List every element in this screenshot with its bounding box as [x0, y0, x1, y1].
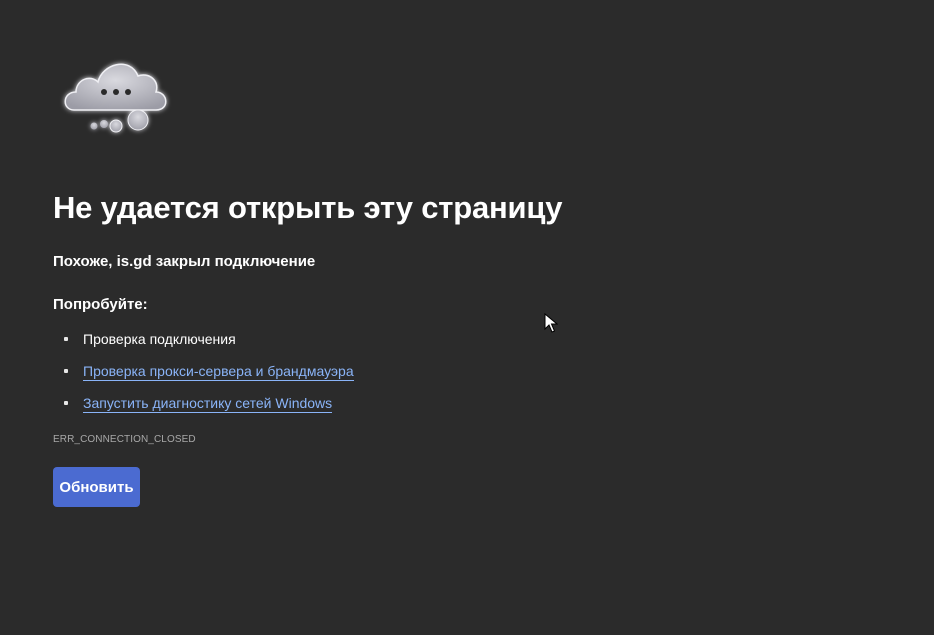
mouse-cursor-icon — [544, 313, 558, 333]
error-code: ERR_CONNECTION_CLOSED — [53, 434, 196, 445]
network-diagnostics-link[interactable]: Запустить диагностику сетей Windows — [83, 395, 333, 413]
bullet-icon — [64, 369, 68, 373]
error-description-prefix: Похоже, — [53, 253, 117, 270]
cloud-error-icon — [64, 63, 167, 133]
suggestion-list: Проверка подключения Проверка прокси-сер… — [53, 328, 354, 424]
refresh-button[interactable]: Обновить — [53, 467, 140, 507]
suggestion-label: Проверка подключения — [83, 331, 236, 347]
error-description-suffix: закрыл подключение — [151, 253, 316, 270]
page-title: Не удается открыть эту страницу — [53, 190, 563, 225]
bullet-icon — [64, 337, 68, 341]
suggestion-check-proxy: Проверка прокси-сервера и брандмауэра — [53, 360, 354, 392]
suggestion-network-diagnostics: Запустить диагностику сетей Windows — [53, 392, 354, 424]
error-host: is.gd — [116, 253, 152, 270]
check-proxy-link[interactable]: Проверка прокси-сервера и брандмауэра — [83, 363, 354, 381]
bullet-icon — [64, 401, 68, 405]
suggestion-check-connection: Проверка подключения — [53, 328, 354, 360]
error-description: Похоже, is.gd закрыл подключение — [53, 253, 315, 270]
try-heading: Попробуйте: — [53, 296, 148, 313]
